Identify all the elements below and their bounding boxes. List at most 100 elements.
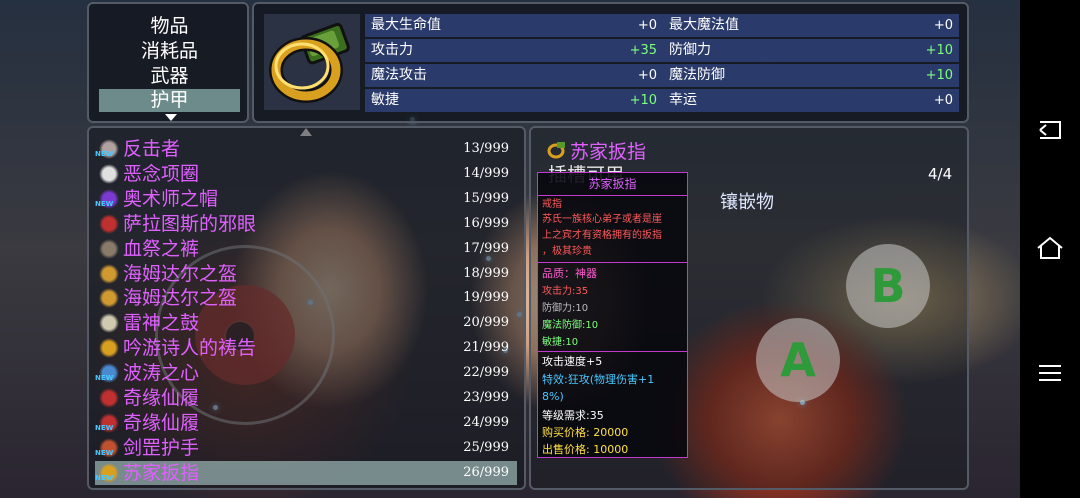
stats-panel: 最大生命值 +0 最大魔法值 +0 攻击力 +35 防御力 +10 魔法攻击 +0 魔法防…: [252, 2, 969, 123]
eye-icon: [99, 213, 119, 234]
stat-magic-defense: 魔法防御 +10: [663, 64, 959, 87]
tooltip-agility: 敏捷:10: [542, 337, 579, 348]
category-weapons[interactable]: 武器: [99, 65, 240, 88]
item-row[interactable]: 恶念项圈 14/999: [95, 162, 517, 186]
ring-icon: [99, 338, 119, 359]
item-name: 苏家扳指: [123, 461, 200, 484]
item-quantity: 16/999: [463, 215, 509, 231]
inlay-label[interactable]: 镶嵌物: [720, 188, 774, 214]
item-name: 奇缘仙履: [123, 411, 200, 434]
new-badge: NEW: [95, 448, 114, 457]
item-quantity: 21/999: [463, 340, 509, 356]
tooltip-level: 等级需求:35: [542, 409, 604, 422]
item-name: 吟游诗人的祷告: [123, 337, 257, 360]
item-quantity: 24/999: [463, 414, 509, 430]
item-row[interactable]: 吟游诗人的祷告 21/999: [95, 336, 517, 360]
tooltip-desc: 苏氏一族核心弟子或者是崖: [542, 214, 662, 225]
item-row[interactable]: NEW 波涛之心 22/999: [95, 361, 517, 385]
item-name: 波涛之心: [123, 362, 200, 385]
system-navigation-bar: [1020, 0, 1080, 498]
item-name: 奇缘仙履: [123, 387, 200, 409]
ring-icon: [269, 22, 350, 103]
tooltip-magic-defense: 魔法防御:10: [542, 320, 599, 331]
tooltip-title: 苏家扳指: [588, 177, 637, 191]
dropdown-arrow-icon: [165, 114, 177, 121]
item-name: 血祭之裤: [123, 237, 200, 260]
home-icon[interactable]: [1032, 230, 1068, 266]
category-panel: 物品 消耗品 武器 护甲: [87, 2, 249, 123]
item-quantity: 23/999: [463, 390, 509, 405]
item-name: 恶念项圈: [123, 162, 200, 185]
item-row[interactable]: NEW 奥术师之帽 15/999: [95, 187, 517, 211]
tooltip-speed: 攻击速度+5: [542, 355, 603, 368]
stat-defense: 防御力 +10: [663, 39, 959, 62]
item-row[interactable]: 血祭之裤 17/999: [95, 237, 517, 261]
item-quantity: 15/999: [463, 190, 509, 206]
ring-icon: [547, 142, 565, 159]
tooltip-effect: 特效:狂攻(物理伤害+1: [542, 373, 655, 386]
item-name: 海姆达尔之盔: [123, 287, 238, 310]
stat-attack: 攻击力 +35: [365, 39, 663, 62]
tooltip-sell-price: 出售价格: 10000: [542, 443, 629, 456]
drum-icon: [99, 313, 119, 334]
new-badge: NEW: [95, 199, 114, 208]
item-tooltip: 苏家扳指 戒指 苏氏一族核心弟子或者是崖 上之宾才有资格拥有的扳指 ，极其珍贵 …: [537, 172, 688, 458]
item-quantity: 14/999: [463, 165, 509, 181]
b-button[interactable]: B: [846, 244, 930, 328]
item-row[interactable]: NEW 剑罡护手 25/999: [95, 436, 517, 460]
divider: [538, 195, 687, 196]
item-quantity: 22/999: [463, 365, 509, 381]
new-badge: NEW: [95, 473, 114, 482]
shoe-icon: [99, 388, 119, 408]
slot-count: 4/4: [928, 165, 953, 183]
tooltip-defense: 防御力:10: [542, 303, 589, 314]
item-row[interactable]: 海姆达尔之盔 19/999: [95, 286, 517, 310]
item-name: 海姆达尔之盔: [123, 262, 238, 285]
tooltip-effect: 8%): [542, 390, 564, 403]
item-quantity: 20/999: [463, 315, 509, 331]
back-icon[interactable]: [1032, 112, 1068, 148]
item-row[interactable]: 萨拉图斯的邪眼 16/999: [95, 212, 517, 236]
tooltip-desc: 上之宾才有资格拥有的扳指: [542, 230, 662, 241]
item-row[interactable]: NEW 奇缘仙履 24/999: [95, 411, 517, 435]
item-row[interactable]: 雷神之鼓 20/999: [95, 311, 517, 335]
pants-icon: [99, 238, 119, 259]
category-items[interactable]: 物品: [99, 15, 240, 38]
tooltip-type: 戒指: [542, 199, 562, 210]
item-name: 雷神之鼓: [123, 312, 200, 335]
new-badge: NEW: [95, 150, 114, 158]
divider: [538, 262, 687, 263]
item-row[interactable]: 海姆达尔之盔 18/999: [95, 262, 517, 286]
stat-agility: 敏捷 +10: [365, 89, 663, 112]
divider: [538, 351, 687, 352]
tooltip-desc: ，极其珍贵: [542, 246, 592, 257]
tooltip-buy-price: 购买价格: 20000: [542, 426, 629, 439]
item-name: 萨拉图斯的邪眼: [123, 212, 257, 235]
a-button[interactable]: A: [756, 318, 840, 402]
menu-icon[interactable]: [1032, 355, 1068, 391]
stat-magic-attack: 魔法攻击 +0: [365, 64, 663, 87]
item-quantity: 25/999: [463, 439, 509, 455]
category-consumables[interactable]: 消耗品: [99, 40, 240, 63]
item-row[interactable]: NEW 苏家扳指 26/999: [95, 460, 517, 485]
stat-max-mp: 最大魔法值 +0: [663, 14, 959, 37]
item-name: 剑罡护手: [123, 436, 200, 459]
item-preview: [264, 14, 360, 110]
item-row[interactable]: 奇缘仙履 23/999: [95, 386, 517, 410]
item-quantity: 26/999: [463, 464, 509, 480]
category-armor[interactable]: 护甲: [99, 89, 240, 112]
item-quantity: 17/999: [463, 240, 509, 256]
item-name: 奥术师之帽: [123, 187, 219, 210]
tooltip-attack: 攻击力:35: [542, 286, 589, 297]
new-badge: NEW: [95, 423, 114, 432]
collar-icon: [99, 163, 119, 184]
item-name: 反击者: [123, 138, 181, 160]
item-quantity: 18/999: [463, 265, 509, 281]
item-row[interactable]: NEW 反击者 13/999: [95, 137, 517, 161]
new-badge: NEW: [95, 374, 114, 383]
item-quantity: 13/999: [463, 141, 509, 156]
item-quantity: 19/999: [463, 290, 509, 306]
helmet-icon: [99, 288, 119, 309]
tooltip-quality: 品质：神器: [542, 267, 597, 280]
stat-max-hp: 最大生命值 +0: [365, 14, 663, 37]
